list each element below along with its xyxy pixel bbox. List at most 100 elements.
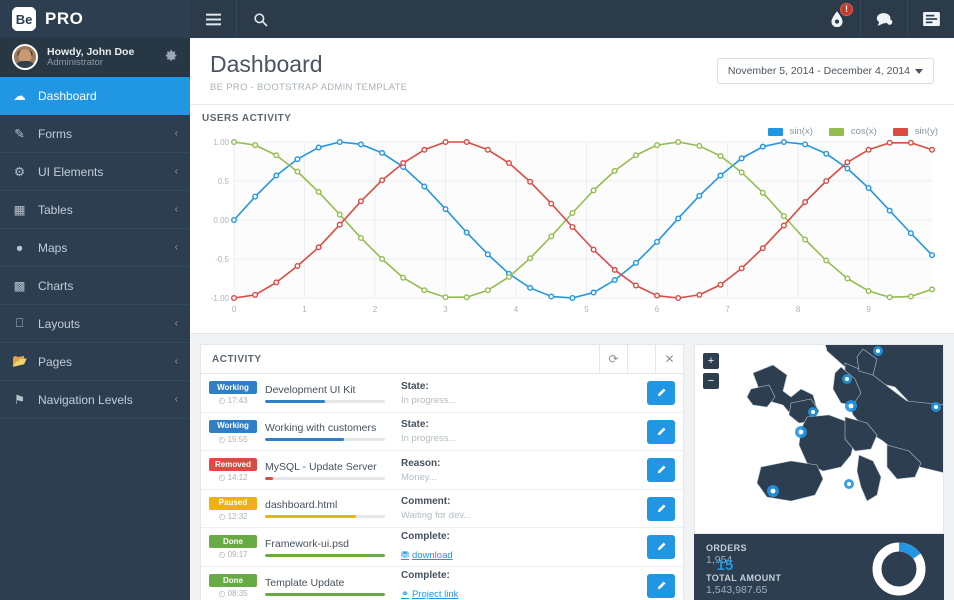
note-link-label: Project link <box>412 589 458 600</box>
pencil-icon <box>656 427 666 437</box>
svg-text:7: 7 <box>725 305 730 314</box>
status-cell: Working ◴ 17:43 <box>209 381 257 405</box>
progress-bar <box>265 477 385 480</box>
sidebar-item-tables[interactable]: ▦ Tables ‹ <box>0 191 190 229</box>
lower-region: ACTIVITY ⟳ ⱟ ✕ Working ◴ 17:43 Development… <box>190 334 954 594</box>
activity-title: ACTIVITY <box>212 354 599 365</box>
refresh-icon[interactable]: ⟳ <box>599 345 627 374</box>
note-link[interactable]: ⛃ download <box>401 550 453 561</box>
timestamp: ◴ 08:35 <box>209 589 257 598</box>
map-pin-icon: ● <box>12 241 27 255</box>
close-icon[interactable]: ✕ <box>655 345 683 374</box>
search-icon[interactable] <box>237 0 283 38</box>
edit-button[interactable] <box>647 574 675 598</box>
sidebar-item-label: Forms <box>38 127 164 141</box>
note-label: Comment: <box>401 496 639 507</box>
pencil-icon <box>656 504 666 514</box>
page-title-block: Dashboard BE PRO - BOOTSTRAP ADMIN TEMPL… <box>210 52 407 93</box>
note-cell: State: In progress... <box>393 381 639 406</box>
progress-bar <box>265 554 385 557</box>
sidebar-item-label: Charts <box>38 279 178 293</box>
activity-row: Done ◴ 09:17 Framework-ui.psd Complete: ⛃ dow… <box>201 528 683 567</box>
daterange-picker[interactable]: November 5, 2014 - December 4, 2014 <box>717 58 934 84</box>
note-label: State: <box>401 419 639 430</box>
sidebar-item-navigation-levels[interactable]: ⚑ Navigation Levels ‹ <box>0 381 190 419</box>
status-cell: Done ◴ 08:35 <box>209 574 257 598</box>
user-greeting: Howdy, John Doe <box>47 46 156 58</box>
sidebar-item-label: Pages <box>38 355 164 369</box>
task-cell: Development UI Kit <box>265 384 385 403</box>
sidebar-item-label: Maps <box>38 241 164 255</box>
timestamp: ◴ 14:12 <box>209 473 257 482</box>
minus-icon[interactable]: − <box>703 373 719 389</box>
note-link[interactable]: ⚭ Project link <box>401 589 458 600</box>
edit-button[interactable] <box>647 535 675 559</box>
svg-text:5: 5 <box>584 305 589 314</box>
task-cell: Framework-ui.psd <box>265 538 385 557</box>
sidebar-item-dashboard[interactable]: ☁ Dashboard <box>0 77 190 115</box>
main-area: ! Dashboard BE PRO - BOOTSTRAP ADMIN TEM… <box>190 0 954 600</box>
user-meta: Howdy, John Doe Administrator <box>47 46 156 69</box>
task-cell: MySQL - Update Server <box>265 461 385 480</box>
sidebar: Be PRO Howdy, John Doe Administrator ☁ D… <box>0 0 190 600</box>
task-name: Template Update <box>265 577 385 589</box>
note-value: In progress... <box>401 395 639 406</box>
sidebar-item-layouts[interactable]: ⎕ Layouts ‹ <box>0 305 190 343</box>
svg-text:0: 0 <box>232 305 237 314</box>
avatar <box>12 44 38 70</box>
line-chart: 1.000.50.00-0.5-1.000 1 2 3 4 5 6 7 8 9 <box>202 124 938 324</box>
note-cell: Reason: Money... <box>393 458 639 483</box>
tasks-button[interactable] <box>908 0 954 38</box>
plus-icon[interactable]: + <box>703 353 719 369</box>
map-zoom-controls: + − <box>703 353 719 389</box>
sidebar-item-forms[interactable]: ✎ Forms ‹ <box>0 115 190 153</box>
task-name: MySQL - Update Server <box>265 461 385 473</box>
edit-button[interactable] <box>647 381 675 405</box>
legend-item[interactable]: sin(x) <box>768 126 813 137</box>
chevron-left-icon: ‹ <box>175 128 178 139</box>
note-label: Complete: <box>401 570 639 581</box>
chevron-left-icon: ‹ <box>175 394 178 405</box>
activity-row: Done ◴ 08:35 Template Update Complete: ⚭ Proj… <box>201 567 683 600</box>
folder-icon: 📂 <box>12 354 27 369</box>
pencil-icon <box>656 465 666 475</box>
activity-list: Working ◴ 17:43 Development UI Kit State: In… <box>200 374 684 600</box>
activity-row: Working ◴ 15:55 Working with customers Stat… <box>201 413 683 452</box>
map-panel[interactable]: + − <box>694 344 944 534</box>
donut-chart <box>868 538 930 600</box>
chat-bubble-icon <box>876 12 893 27</box>
task-name: Framework-ui.psd <box>265 538 385 550</box>
brand-logo[interactable]: Be PRO <box>0 0 190 38</box>
legend-item[interactable]: cos(x) <box>829 126 877 137</box>
sidebar-item-label: Tables <box>38 203 164 217</box>
sidebar-nav: ☁ Dashboard ✎ Forms ‹ ⚙ UI Elements ‹ ▦ … <box>0 77 190 419</box>
hamburger-icon[interactable] <box>190 0 236 38</box>
alerts-button[interactable]: ! <box>814 0 860 38</box>
sidebar-item-maps[interactable]: ● Maps ‹ <box>0 229 190 267</box>
status-badge: Working <box>209 420 257 433</box>
note-label: State: <box>401 381 639 392</box>
timestamp: ◴ 09:17 <box>209 550 257 559</box>
edit-button[interactable] <box>647 497 675 521</box>
chevron-down-icon[interactable]: ⱟ <box>627 345 655 374</box>
progress-bar <box>265 593 385 596</box>
sidebar-item-label: UI Elements <box>38 165 164 179</box>
sidebar-item-charts[interactable]: ▩ Charts <box>0 267 190 305</box>
link-icon: ⚭ <box>401 589 409 600</box>
note-cell: Comment: Waiting for dev... <box>393 496 639 521</box>
activity-row: Working ◴ 17:43 Development UI Kit State: In… <box>201 374 683 413</box>
svg-text:1: 1 <box>302 305 307 314</box>
note-value: In progress... <box>401 433 639 444</box>
edit-button[interactable] <box>647 458 675 482</box>
legend-item[interactable]: sin(y) <box>893 126 938 137</box>
sidebar-item-pages[interactable]: 📂 Pages ‹ <box>0 343 190 381</box>
svg-text:2: 2 <box>373 305 378 314</box>
note-cell: Complete: ⚭ Project link <box>393 570 639 600</box>
edit-button[interactable] <box>647 420 675 444</box>
user-panel[interactable]: Howdy, John Doe Administrator <box>0 38 190 77</box>
sidebar-item-ui-elements[interactable]: ⚙ UI Elements ‹ <box>0 153 190 191</box>
messages-button[interactable] <box>861 0 907 38</box>
task-cell: dashboard.html <box>265 499 385 518</box>
chevron-left-icon: ‹ <box>175 166 178 177</box>
gear-icon[interactable] <box>165 49 178 65</box>
